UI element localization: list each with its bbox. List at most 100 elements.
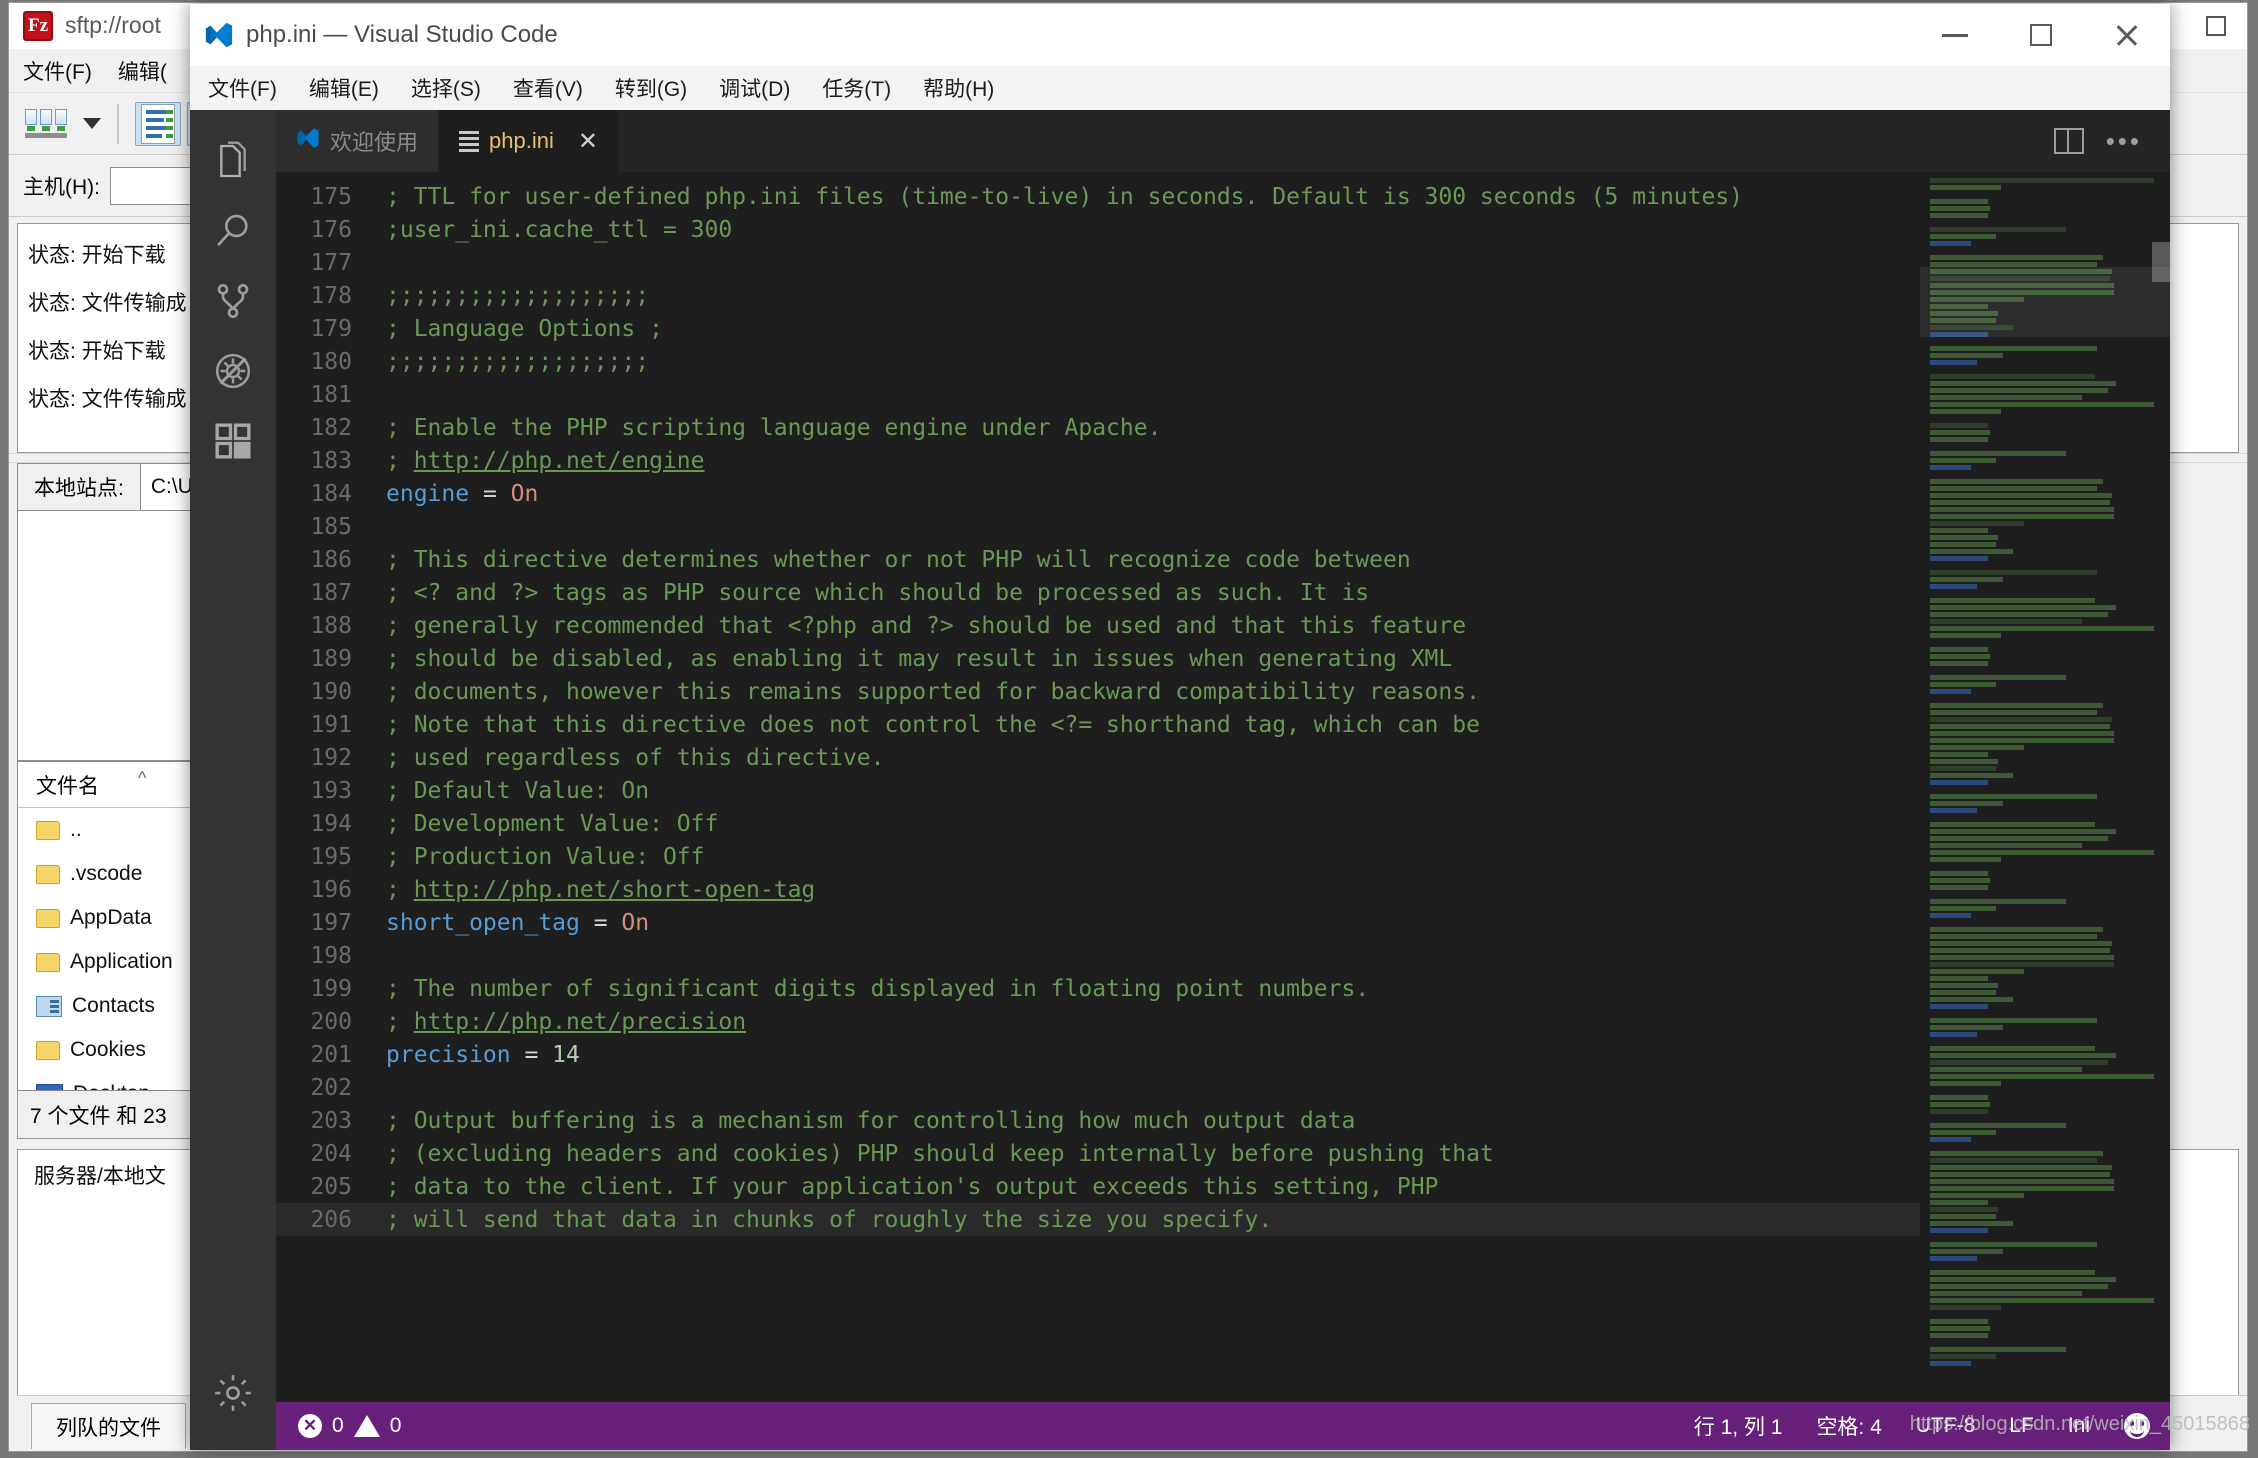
code-line[interactable]: 199 ; The number of significant digits di… (276, 972, 1920, 1005)
split-editor-icon[interactable] (2053, 128, 2084, 154)
code-line[interactable]: 198 (276, 939, 1920, 972)
source-control-icon[interactable] (190, 266, 276, 336)
code-link[interactable]: http://php.net/engine (414, 448, 705, 474)
minimap-line (1930, 1200, 1988, 1205)
filezilla-menu-file[interactable]: 文件(F) (23, 56, 92, 86)
code-line[interactable]: 177 (276, 246, 1920, 279)
code-line[interactable]: 182 ; Enable the PHP scripting language e… (276, 411, 1920, 444)
status-problems[interactable]: ✕ 0 0 (298, 1414, 401, 1438)
menu-go[interactable]: 转到(G) (611, 69, 691, 107)
close-icon[interactable] (2084, 4, 2170, 66)
code-line[interactable]: 200; http://php.net/precision (276, 1005, 1920, 1038)
more-actions-icon[interactable]: ••• (2106, 128, 2142, 154)
minimap-line (1930, 479, 2104, 484)
debug-icon[interactable] (190, 336, 276, 406)
vscode-menubar[interactable]: 文件(F) 编辑(E) 选择(S) 查看(V) 转到(G) 调试(D) 任务(T… (190, 66, 2170, 110)
menu-tasks[interactable]: 任务(T) (818, 69, 895, 107)
code-line[interactable]: 203 ; Output buffering is a mechanism for… (276, 1104, 1920, 1137)
explorer-icon[interactable] (190, 126, 276, 196)
editor-actions[interactable]: ••• (2053, 110, 2170, 172)
code-line[interactable]: 193 ; Default Value: On (276, 774, 1920, 807)
code-line[interactable]: 181 (276, 378, 1920, 411)
warning-icon (353, 1415, 380, 1437)
minimap-line (1930, 941, 2112, 946)
search-icon[interactable] (190, 196, 276, 266)
chevron-down-icon[interactable] (83, 118, 101, 129)
line-number: 206 (310, 1206, 352, 1233)
filezilla-maximize-icon[interactable] (2185, 3, 2247, 49)
minimap-line (1930, 1130, 1997, 1135)
code-line[interactable]: 179 ; Language Options ; (276, 312, 1920, 345)
menu-view[interactable]: 查看(V) (509, 69, 587, 107)
scrollbar-thumb[interactable] (2152, 242, 2170, 282)
menu-file[interactable]: 文件(F) (204, 69, 281, 107)
editor-tabbar[interactable]: 欢迎使用 php.ini ✕ ••• (276, 110, 2170, 172)
code-line[interactable]: 186 ; This directive determines whether o… (276, 543, 1920, 576)
activity-bar[interactable] (190, 110, 276, 1450)
minimap-slider[interactable] (1920, 267, 2170, 337)
vscode-window[interactable]: php.ini — Visual Studio Code 文件(F) 编辑(E)… (190, 4, 2170, 1450)
vscode-window-buttons[interactable] (1912, 4, 2170, 66)
code-line[interactable]: 188 ; generally recommended that <?php an… (276, 609, 1920, 642)
code-line[interactable]: 197 short_open_tag = On (276, 906, 1920, 939)
site-manager-icon[interactable] (21, 102, 71, 146)
indentation[interactable]: 空格: 4 (1816, 1411, 1881, 1441)
text-editor[interactable]: 175 ; TTL for user-defined php.ini files … (276, 172, 2170, 1402)
gear-icon[interactable] (190, 1358, 276, 1428)
code-content[interactable]: 175 ; TTL for user-defined php.ini files … (276, 172, 1920, 1402)
menu-debug[interactable]: 调试(D) (715, 69, 794, 107)
menu-edit[interactable]: 编辑(E) (305, 69, 383, 107)
filezilla-window-buttons[interactable] (2185, 3, 2247, 49)
code-line[interactable]: 189 ; should be disabled, as enabling it … (276, 642, 1920, 675)
code-link[interactable]: http://php.net/short-open-tag (414, 877, 816, 903)
toggle-message-log-icon[interactable] (135, 101, 181, 146)
code-line[interactable]: 176 ;user_ini.cache_ttl = 300 (276, 213, 1920, 246)
code-line[interactable]: 205 ; data to the client. If your applica… (276, 1170, 1920, 1203)
code-token: ; Language Options ; (386, 315, 663, 342)
code-line[interactable]: 185 (276, 510, 1920, 543)
cursor-position[interactable]: 行 1, 列 1 (1694, 1411, 1783, 1441)
tab-php-ini[interactable]: php.ini ✕ (439, 110, 619, 172)
tab-welcome[interactable]: 欢迎使用 (276, 110, 440, 172)
minimap-line (1930, 409, 2001, 414)
code-line[interactable]: 184 engine = On (276, 477, 1920, 510)
maximize-icon[interactable] (1998, 4, 2084, 66)
code-line[interactable]: 187 ; <? and ?> tags as PHP source which … (276, 576, 1920, 609)
code-line[interactable]: 196; http://php.net/short-open-tag (276, 873, 1920, 906)
code-line[interactable]: 180;;;;;;;;;;;;;;;;;;; (276, 345, 1920, 378)
code-line[interactable]: 194 ; Development Value: Off (276, 807, 1920, 840)
close-icon[interactable]: ✕ (578, 127, 598, 156)
minimap-line (1930, 1151, 2104, 1156)
menu-selection[interactable]: 选择(S) (407, 69, 485, 107)
minimize-icon[interactable] (1912, 4, 1998, 66)
code-line[interactable]: 191 ; Note that this directive does not c… (276, 708, 1920, 741)
extensions-icon[interactable] (190, 406, 276, 476)
code-line[interactable]: 183; http://php.net/engine (276, 444, 1920, 477)
line-number: 189 (310, 645, 352, 672)
status-bar[interactable]: ✕ 0 0 行 1, 列 1 空格: 4 UTF-8 LF Ini (276, 1402, 2170, 1450)
code-line[interactable]: 192 ; used regardless of this directive. (276, 741, 1920, 774)
menu-help[interactable]: 帮助(H) (919, 69, 998, 107)
minimap-line (1930, 780, 1988, 785)
minimap-line (1930, 521, 2024, 526)
code-line[interactable]: 202 (276, 1071, 1920, 1104)
editor-scrollbar[interactable] (2152, 172, 2170, 1402)
code-line[interactable]: 206 ; will send that data in chunks of ro… (276, 1203, 1920, 1236)
code-line[interactable]: 175 ; TTL for user-defined php.ini files … (276, 180, 1920, 213)
code-line[interactable]: 190 ; documents, however this remains sup… (276, 675, 1920, 708)
minimap-line (1930, 493, 2112, 498)
tab-queued-files[interactable]: 列队的文件 (31, 1403, 186, 1449)
code-line[interactable]: 178;;;;;;;;;;;;;;;;;;; (276, 279, 1920, 312)
minimap[interactable] (1920, 172, 2170, 1402)
filezilla-menu-edit[interactable]: 编辑( (118, 56, 167, 86)
minimap-line (1930, 213, 1988, 218)
line-text: short_open_tag = On (386, 910, 649, 936)
code-link[interactable]: http://php.net/precision (414, 1009, 746, 1035)
code-line[interactable]: 195 ; Production Value: Off (276, 840, 1920, 873)
vscode-titlebar[interactable]: php.ini — Visual Studio Code (190, 4, 2170, 66)
code-line[interactable]: 204 ; (excluding headers and cookies) PHP… (276, 1137, 1920, 1170)
line-number: 191 (310, 711, 352, 738)
code-line[interactable]: 201 precision = 14 (276, 1038, 1920, 1071)
minimap-line (1930, 990, 1997, 995)
minimap-line (1930, 1186, 2114, 1191)
